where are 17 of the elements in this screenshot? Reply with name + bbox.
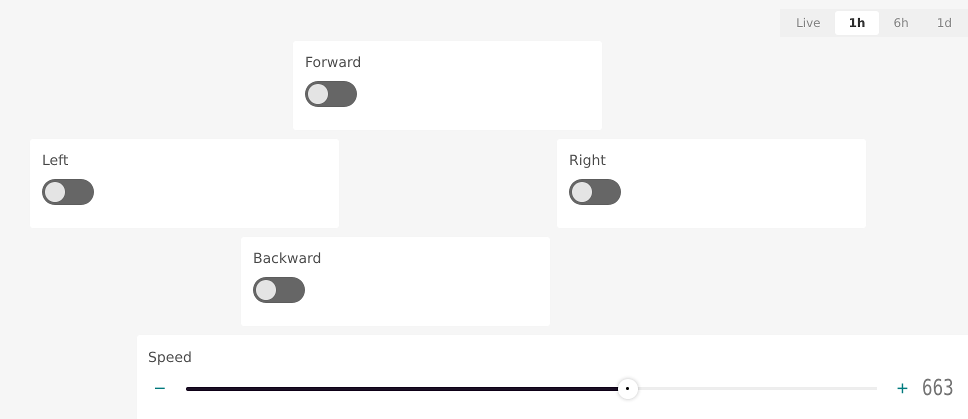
slider-label: Speed: [148, 350, 192, 366]
time-range-tab[interactable]: 1h: [834, 11, 880, 35]
toggle-switch[interactable]: [42, 179, 94, 205]
slider-thumb[interactable]: [618, 378, 638, 398]
toggle-switch[interactable]: [305, 81, 357, 107]
decrement-button[interactable]: −: [148, 378, 172, 398]
time-range-tab[interactable]: Live: [782, 11, 835, 35]
toggle-switch[interactable]: [569, 179, 621, 205]
increment-button[interactable]: +: [890, 378, 914, 398]
slider-reading: 663: [922, 376, 954, 401]
switch-label: Left: [42, 153, 68, 169]
switch-label: Backward: [253, 251, 322, 267]
time-range-tab[interactable]: 6h: [879, 11, 923, 35]
switch-label: Forward: [305, 55, 362, 71]
switch-label: Right: [569, 153, 606, 169]
time-range-tab[interactable]: 1d: [922, 11, 966, 35]
toggle-switch[interactable]: [253, 277, 305, 303]
